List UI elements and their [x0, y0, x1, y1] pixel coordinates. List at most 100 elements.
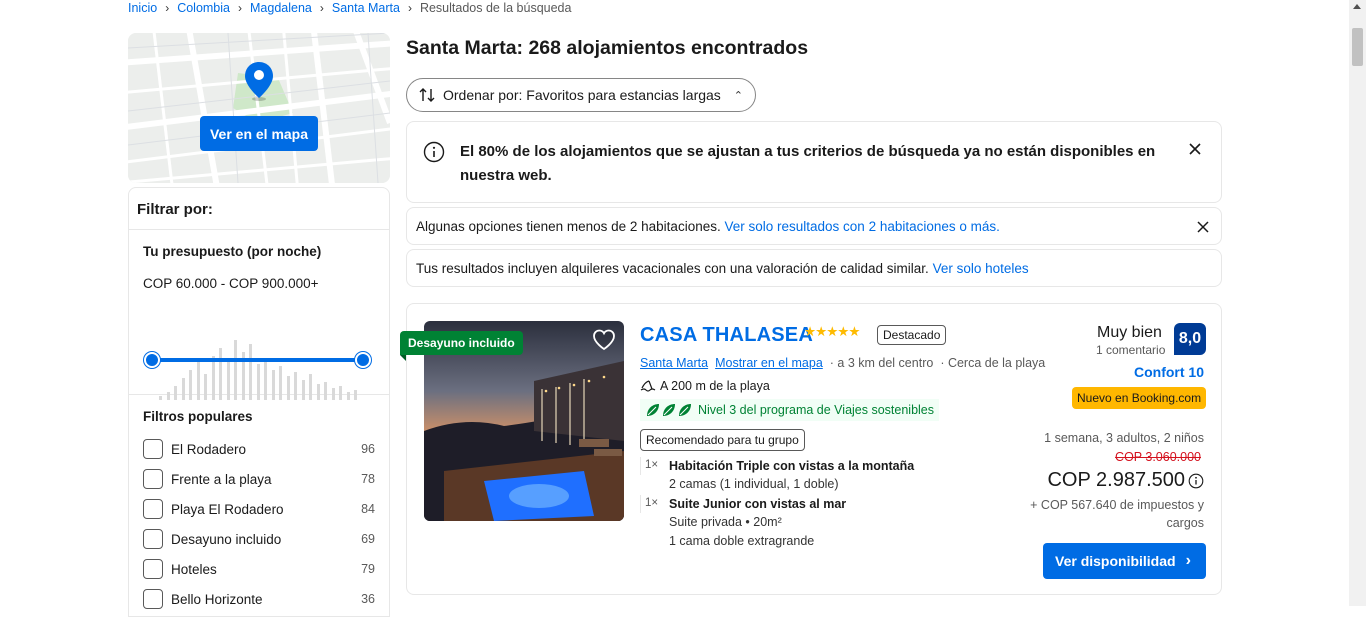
- breadcrumb-santa-marta[interactable]: Santa Marta: [332, 1, 400, 15]
- chevron-right-icon: ›: [407, 1, 412, 15]
- breadcrumb-magdalena[interactable]: Magdalena: [250, 1, 312, 15]
- featured-tag: Destacado: [877, 325, 947, 345]
- rooms-alert-link[interactable]: Ver solo resultados con 2 habitaciones o…: [724, 219, 999, 234]
- page-scrollbar[interactable]: [1349, 0, 1366, 606]
- histogram-bar: [301, 380, 305, 400]
- show-on-map-link[interactable]: Mostrar en el mapa: [715, 356, 823, 370]
- price-histogram: [159, 340, 363, 400]
- histogram-bar: [234, 340, 237, 400]
- sort-arrows-icon: [419, 88, 435, 102]
- comfort-score: Confort 10: [1134, 364, 1204, 380]
- room-detail: Suite privada • 20m²: [669, 515, 782, 529]
- beach-distance: A 200 m de la playa: [640, 379, 770, 393]
- chevron-right-icon: ›: [1185, 552, 1191, 569]
- filter-label: Hoteles: [171, 561, 217, 577]
- histogram-bar: [174, 386, 177, 400]
- review-count[interactable]: 1 comentario: [1096, 343, 1165, 357]
- price-slider-min-handle[interactable]: [144, 352, 160, 368]
- filter-label: El Rodadero: [171, 441, 247, 457]
- map-pin-icon: [245, 62, 273, 101]
- filter-checkbox[interactable]: [143, 529, 163, 549]
- histogram-bar: [211, 356, 215, 400]
- breadcrumb-current: Resultados de la búsqueda: [419, 1, 572, 15]
- map-thumbnail[interactable]: Ver en el mapa: [128, 33, 390, 183]
- recommended-badge: Recomendado para tu grupo: [640, 429, 805, 451]
- budget-range: COP 60.000 - COP 900.000+: [143, 276, 319, 291]
- filter-option[interactable]: Frente a la playa 78: [143, 464, 375, 494]
- filter-checkbox[interactable]: [143, 589, 163, 609]
- histogram-bar: [264, 358, 267, 400]
- filter-checkbox[interactable]: [143, 439, 163, 459]
- breakfast-included-badge: Desayuno incluido: [400, 331, 523, 361]
- histogram-bar: [294, 372, 297, 400]
- chevron-right-icon: ›: [238, 1, 242, 15]
- histogram-bar: [279, 366, 282, 400]
- scroll-up-arrow-icon[interactable]: [1353, 4, 1361, 9]
- sustainability-badge: Nivel 3 del programa de Viajes sostenibl…: [640, 399, 940, 421]
- view-only-hotels-link[interactable]: Ver solo hoteles: [933, 261, 1029, 276]
- histogram-bar: [331, 388, 335, 400]
- histogram-bar: [204, 374, 207, 400]
- chevron-right-icon: ›: [165, 1, 170, 15]
- budget-filter: Tu presupuesto (por noche) COP 60.000 - …: [129, 230, 389, 400]
- filter-label: Playa El Rodadero: [171, 501, 284, 517]
- city-link[interactable]: Santa Marta: [640, 356, 708, 370]
- histogram-bar: [196, 362, 200, 400]
- breadcrumb-colombia[interactable]: Colombia: [177, 1, 230, 15]
- filter-checkbox[interactable]: [143, 469, 163, 489]
- filter-count: 78: [361, 472, 375, 486]
- room-item: 1× Suite Junior con vistas al mar Suite …: [640, 495, 846, 551]
- histogram-bar: [249, 344, 252, 400]
- filter-checkbox[interactable]: [143, 499, 163, 519]
- price-slider-track: [153, 358, 365, 362]
- results-title: Santa Marta: 268 alojamientos encontrado…: [406, 37, 809, 59]
- price-slider-max-handle[interactable]: [355, 352, 371, 368]
- histogram-bar: [271, 370, 275, 400]
- review-score-badge[interactable]: 8,0: [1174, 323, 1206, 355]
- sort-dropdown[interactable]: Ordenar por: Favoritos para estancias la…: [406, 78, 756, 112]
- filter-option[interactable]: Desayuno incluido 69: [143, 524, 375, 554]
- star-rating: ★★★★★: [804, 324, 861, 339]
- see-availability-button[interactable]: Ver disponibilidad ›: [1043, 543, 1206, 579]
- location-line: Santa Marta Mostrar en el mapa · a 3 km …: [640, 356, 1045, 370]
- rating-word: Muy bien: [1097, 324, 1162, 341]
- price-info-icon[interactable]: [1188, 473, 1204, 489]
- breadcrumb: Inicio › Colombia › Magdalena › Santa Ma…: [128, 0, 571, 16]
- distance-text: · a 3 km del centro: [829, 356, 934, 370]
- close-icon[interactable]: [1196, 220, 1210, 234]
- filter-count: 79: [361, 562, 375, 576]
- property-card: Desayuno incluido CASA THALASEA ★★★★★ De…: [400, 303, 1222, 595]
- room-name: Habitación Triple con vistas a la montañ…: [669, 459, 915, 473]
- histogram-bar: [286, 376, 290, 400]
- property-name-link[interactable]: CASA THALASEA: [640, 324, 813, 347]
- filter-option[interactable]: Hoteles 79: [143, 554, 375, 584]
- filter-checkbox[interactable]: [143, 559, 163, 579]
- filter-count: 36: [361, 592, 375, 606]
- vacation-rentals-alert: Tus resultados incluyen alquileres vacac…: [406, 249, 1222, 287]
- room-quantity: 1×: [640, 457, 662, 475]
- histogram-bar: [354, 390, 357, 400]
- sort-label: Ordenar por: Favoritos para estancias la…: [443, 87, 721, 103]
- filter-count: 69: [361, 532, 375, 546]
- filter-option[interactable]: El Rodadero 96: [143, 434, 375, 464]
- filter-title: Filtrar por:: [129, 188, 389, 230]
- beach-distance-text: A 200 m de la playa: [660, 379, 770, 393]
- close-icon[interactable]: [1187, 141, 1203, 157]
- histogram-bar: [316, 384, 320, 400]
- view-on-map-button[interactable]: Ver en el mapa: [200, 116, 318, 151]
- histogram-bar: [309, 374, 312, 400]
- histogram-bar: [219, 348, 222, 400]
- filter-option[interactable]: Bello Horizonte 36: [143, 584, 375, 614]
- scrollbar-thumb[interactable]: [1352, 28, 1363, 66]
- filter-option[interactable]: Playa El Rodadero 84: [143, 494, 375, 524]
- histogram-bar: [324, 382, 327, 400]
- taxes-text: + COP 567.640 de impuestos y cargos: [1030, 498, 1204, 530]
- breadcrumb-inicio[interactable]: Inicio: [128, 1, 157, 15]
- favorite-heart-icon[interactable]: [591, 327, 617, 353]
- room-quantity: 1×: [640, 495, 662, 513]
- sustainability-text: Nivel 3 del programa de Viajes sostenibl…: [698, 403, 935, 417]
- new-on-booking-badge: Nuevo en Booking.com: [1072, 387, 1207, 409]
- select-chevron-icon: ⌃: [733, 89, 743, 102]
- filter-label: Desayuno incluido: [171, 531, 282, 547]
- filter-label: Frente a la playa: [171, 471, 272, 487]
